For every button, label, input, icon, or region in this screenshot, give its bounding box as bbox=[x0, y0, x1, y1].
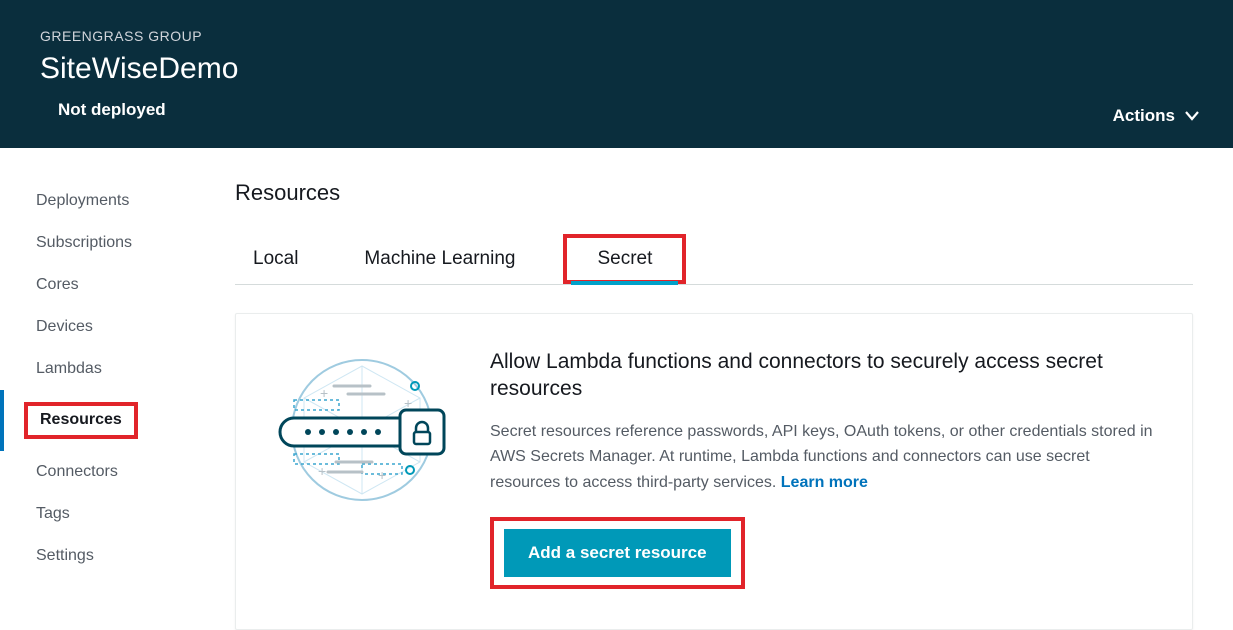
header-title: SiteWiseDemo bbox=[40, 52, 1193, 86]
highlight-box: Add a secret resource bbox=[490, 517, 745, 589]
sidebar-item-lambdas[interactable]: Lambdas bbox=[0, 348, 215, 390]
secret-illustration-icon: + + + + bbox=[270, 348, 460, 508]
sidebar-item-deployments[interactable]: Deployments bbox=[0, 180, 215, 222]
tab-machine-learning[interactable]: Machine Learning bbox=[346, 234, 533, 284]
sidebar-item-devices[interactable]: Devices bbox=[0, 306, 215, 348]
page-header: GREENGRASS GROUP SiteWiseDemo Not deploy… bbox=[0, 0, 1233, 148]
svg-text:+: + bbox=[320, 385, 328, 401]
svg-text:+: + bbox=[378, 467, 386, 483]
sidebar: Deployments Subscriptions Cores Devices … bbox=[0, 148, 215, 630]
learn-more-link[interactable]: Learn more bbox=[781, 474, 868, 491]
actions-button-label: Actions bbox=[1113, 106, 1175, 126]
tab-local[interactable]: Local bbox=[235, 234, 316, 284]
main-content: Resources Local Machine Learning Secret bbox=[215, 148, 1233, 630]
secret-panel: + + + + bbox=[235, 313, 1193, 630]
tabs-bar: Local Machine Learning Secret bbox=[235, 234, 1193, 285]
page-body: Deployments Subscriptions Cores Devices … bbox=[0, 148, 1233, 630]
add-secret-resource-button[interactable]: Add a secret resource bbox=[504, 529, 731, 577]
sidebar-item-connectors[interactable]: Connectors bbox=[0, 451, 215, 493]
sidebar-item-resources[interactable]: Resources bbox=[0, 390, 215, 451]
header-eyebrow: GREENGRASS GROUP bbox=[40, 28, 1193, 44]
page-title: Resources bbox=[235, 180, 1193, 206]
sidebar-item-tags[interactable]: Tags bbox=[0, 493, 215, 535]
highlight-box: Resources bbox=[24, 402, 138, 439]
tab-secret[interactable]: Secret bbox=[563, 234, 686, 284]
header-status: Not deployed bbox=[58, 100, 1193, 120]
caret-down-icon bbox=[1185, 111, 1199, 121]
tab-active-underline bbox=[571, 281, 678, 285]
sidebar-item-settings[interactable]: Settings bbox=[0, 535, 215, 577]
svg-text:+: + bbox=[318, 463, 326, 479]
sidebar-item-cores[interactable]: Cores bbox=[0, 264, 215, 306]
panel-content: Allow Lambda functions and connectors to… bbox=[490, 348, 1158, 589]
sidebar-item-subscriptions[interactable]: Subscriptions bbox=[0, 222, 215, 264]
panel-description: Secret resources reference passwords, AP… bbox=[490, 419, 1158, 496]
panel-heading: Allow Lambda functions and connectors to… bbox=[490, 348, 1158, 403]
actions-button[interactable]: Actions bbox=[1113, 106, 1199, 126]
